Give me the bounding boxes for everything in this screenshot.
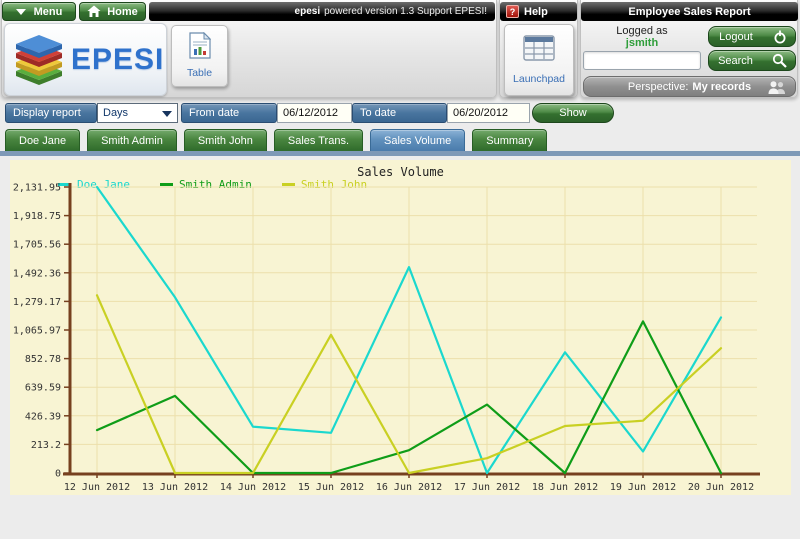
perspective-label: Perspective: [628, 81, 689, 93]
help-icon: ? [506, 5, 519, 18]
launchpad-button-label: Launchpad [513, 73, 565, 85]
display-report-selected-value: Days [103, 107, 128, 119]
powered-text[interactable]: powered version 1.3 Support EPESI! [324, 6, 487, 17]
y-tick-label: 1,705.56 [13, 240, 61, 251]
from-date-input[interactable] [277, 103, 352, 123]
show-button[interactable]: Show [532, 103, 614, 123]
epesi-logo-icon [12, 34, 66, 86]
report-tab-bar: Doe Jane Smith Admin Smith John Sales Trans… [5, 129, 547, 151]
y-tick-label: 426.39 [25, 411, 61, 422]
help-button[interactable]: ? Help [500, 2, 577, 21]
search-button-label: Search [709, 55, 762, 67]
from-date-label: From date [181, 103, 277, 123]
people-icon [767, 81, 787, 95]
display-report-label-text: Display report [13, 107, 81, 119]
x-tick-label: 13 Jun 2012 [142, 482, 208, 493]
sales-volume-line-chart: 2,131.95 1,918.75 1,705.56 1,492.36 1,279.17… [10, 160, 791, 495]
epesi-logo-text: EPESI [71, 43, 164, 77]
logged-as-label: Logged as [581, 25, 703, 37]
to-date-label-text: To date [360, 107, 396, 119]
display-report-select[interactable]: Days [97, 103, 178, 123]
launchpad-grid-icon [523, 35, 555, 61]
to-date-input[interactable] [447, 103, 530, 123]
x-tick-label: 14 Jun 2012 [220, 482, 286, 493]
perspective-selector[interactable]: Perspective: My records [583, 76, 796, 97]
help-label: Help [524, 6, 548, 18]
x-tick-label: 19 Jun 2012 [610, 482, 676, 493]
power-icon [773, 30, 787, 44]
tab-sales-volume[interactable]: Sales Volume [370, 129, 465, 151]
from-date-label-text: From date [189, 107, 239, 119]
report-title-bar: Employee Sales Report [581, 2, 798, 21]
y-tick-label: 1,918.75 [13, 211, 61, 222]
logged-in-username[interactable]: jsmith [581, 37, 703, 49]
display-report-label: Display report [5, 103, 97, 123]
y-tick-label: 1,279.17 [13, 297, 61, 308]
sales-volume-chart-panel: Sales Volume Doe JaneSmith AdminSmith Jo… [10, 160, 791, 495]
tab-summary[interactable]: Summary [472, 129, 547, 151]
select-dropdown-arrow-icon [162, 111, 172, 117]
epesi-app-window: Menu Home epesi powered version 1.3 Supp… [0, 0, 800, 539]
tab-strip-divider [0, 151, 800, 156]
y-tick-label: 0 [55, 469, 61, 480]
tab-smith-john[interactable]: Smith John [184, 129, 267, 151]
search-icon [772, 53, 787, 68]
home-button[interactable]: Home [79, 2, 146, 21]
perspective-value: My records [692, 81, 751, 93]
tab-sales-trans[interactable]: Sales Trans. [274, 129, 363, 151]
y-tick-label: 1,065.97 [13, 326, 61, 337]
show-button-label: Show [559, 107, 587, 119]
logged-as-block: Logged as jsmith [581, 25, 703, 49]
table-document-icon [189, 32, 211, 59]
x-tick-label: 15 Jun 2012 [298, 482, 364, 493]
x-tick-label: 17 Jun 2012 [454, 482, 520, 493]
logout-button[interactable]: Logout [708, 26, 796, 47]
search-input[interactable] [583, 51, 701, 70]
search-button[interactable]: Search [708, 50, 796, 71]
y-tick-label: 639.59 [25, 383, 61, 394]
home-icon [87, 5, 101, 18]
x-tick-label: 12 Jun 2012 [64, 482, 130, 493]
x-tick-label: 18 Jun 2012 [532, 482, 598, 493]
table-button-label: Table [187, 67, 212, 79]
powered-bar: epesi powered version 1.3 Support EPESI! [149, 2, 495, 21]
report-title: Employee Sales Report [628, 6, 750, 18]
menu-dropdown-icon [16, 9, 26, 15]
menu-button-label: Menu [34, 6, 63, 18]
y-tick-label: 2,131.95 [13, 183, 61, 194]
y-tick-label: 213.2 [31, 440, 61, 451]
epesi-brand-text: epesi [295, 6, 321, 17]
home-button-label: Home [107, 6, 138, 18]
tab-doe-jane[interactable]: Doe Jane [5, 129, 80, 151]
table-button[interactable]: Table [171, 25, 228, 87]
y-tick-label: 852.78 [25, 354, 61, 365]
menu-button[interactable]: Menu [2, 2, 76, 21]
x-tick-label: 20 Jun 2012 [688, 482, 754, 493]
epesi-logo-panel[interactable]: EPESI [4, 23, 167, 96]
y-tick-label: 1,492.36 [13, 268, 61, 279]
to-date-label: To date [352, 103, 447, 123]
launchpad-button[interactable]: Launchpad [504, 24, 574, 96]
tab-smith-admin[interactable]: Smith Admin [87, 129, 177, 151]
logout-button-label: Logout [709, 31, 763, 43]
x-tick-label: 16 Jun 2012 [376, 482, 442, 493]
